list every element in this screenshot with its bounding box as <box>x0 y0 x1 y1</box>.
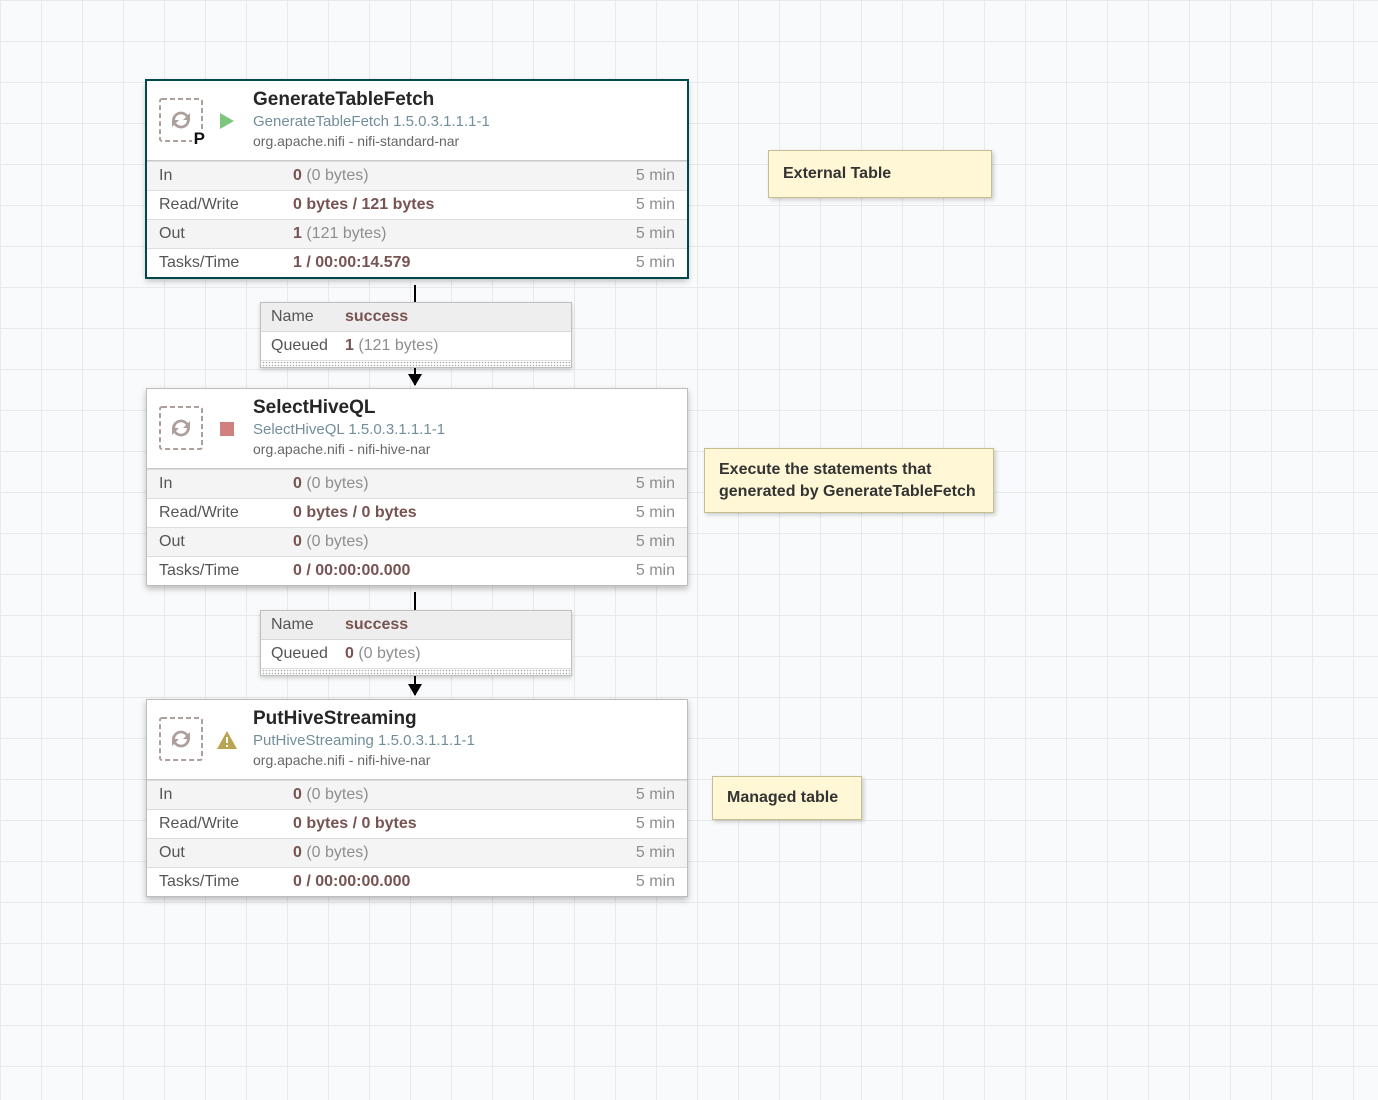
run-icon <box>217 112 237 130</box>
processor-bundle: org.apache.nifi - nifi-hive-nar <box>253 752 475 770</box>
processor-select-hiveql[interactable]: SelectHiveQL SelectHiveQL 1.5.0.3.1.1.1-… <box>146 388 688 586</box>
connection-success[interactable]: Namesuccess Queued0 (0 bytes) <box>260 610 572 676</box>
primary-node-badge: P <box>192 130 207 147</box>
processor-title: PutHiveStreaming <box>253 708 475 730</box>
processor-type: PutHiveStreaming 1.5.0.3.1.1.1-1 <box>253 732 475 751</box>
processor-icon <box>159 406 203 450</box>
processor-type: GenerateTableFetch 1.5.0.3.1.1.1-1 <box>253 113 490 132</box>
processor-bundle: org.apache.nifi - nifi-hive-nar <box>253 441 445 459</box>
flow-canvas[interactable]: P GenerateTableFetch GenerateTableFetch … <box>0 0 1378 1100</box>
processor-stats: In0 (0 bytes)5 min Read/Write0 bytes / 0… <box>147 780 687 896</box>
warning-icon <box>217 731 237 749</box>
processor-title: GenerateTableFetch <box>253 89 490 111</box>
label-execute-statements[interactable]: Execute the statements that generated by… <box>704 448 994 513</box>
stop-icon <box>217 421 237 437</box>
processor-stats: In0 (0 bytes)5 min Read/Write0 bytes / 0… <box>147 469 687 585</box>
processor-title: SelectHiveQL <box>253 397 445 419</box>
processor-generate-table-fetch[interactable]: P GenerateTableFetch GenerateTableFetch … <box>146 80 688 278</box>
label-external-table[interactable]: External Table <box>768 150 992 198</box>
processor-icon: P <box>159 98 203 142</box>
processor-stats: In0 (0 bytes)5 min Read/Write0 bytes / 1… <box>147 161 687 277</box>
processor-bundle: org.apache.nifi - nifi-standard-nar <box>253 133 490 151</box>
processor-icon <box>159 717 203 761</box>
label-managed-table[interactable]: Managed table <box>712 776 862 820</box>
processor-put-hive-streaming[interactable]: PutHiveStreaming PutHiveStreaming 1.5.0.… <box>146 699 688 897</box>
processor-type: SelectHiveQL 1.5.0.3.1.1.1-1 <box>253 421 445 440</box>
connection-success[interactable]: Namesuccess Queued1 (121 bytes) <box>260 302 572 368</box>
